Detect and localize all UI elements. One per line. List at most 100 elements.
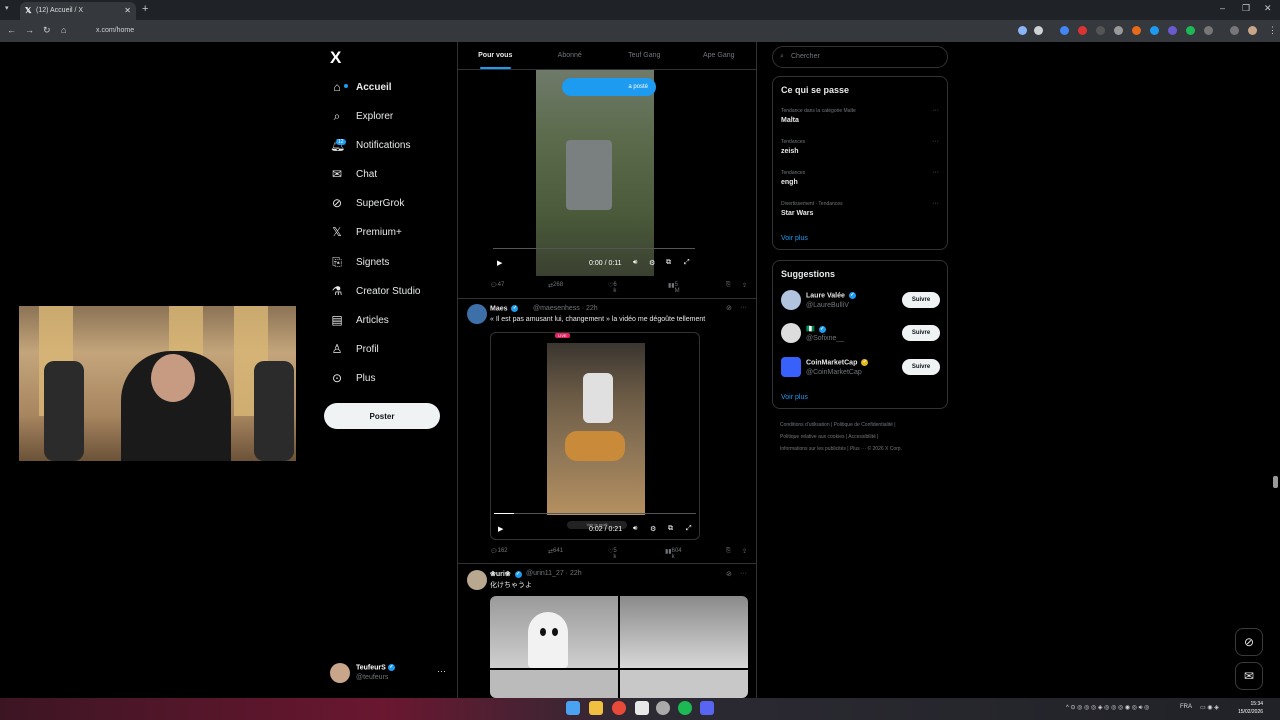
- play-icon[interactable]: ▶: [497, 259, 502, 267]
- tab-search-icon[interactable]: ▾: [5, 4, 9, 12]
- app-icon[interactable]: [656, 701, 670, 715]
- pip-icon[interactable]: ⧉: [668, 525, 673, 533]
- start-icon[interactable]: [566, 701, 580, 715]
- nav-item-more[interactable]: ⊙ Plus: [330, 366, 375, 390]
- tray-icons[interactable]: ^ ⊙ ◎ ◎ ◎ ◈ ◎ ◎ ◎ ◉ ◎ 🔊︎ ◎: [1066, 704, 1149, 712]
- nav-item-creator-studio[interactable]: ⚗ Creator Studio: [330, 279, 421, 303]
- extensions-puzzle-icon[interactable]: [1204, 26, 1213, 35]
- repost-button[interactable]: ⇄ 641: [548, 548, 563, 555]
- chrome-icon[interactable]: [612, 701, 626, 715]
- extension-icon[interactable]: [1150, 26, 1159, 35]
- posted-pill[interactable]: a posté: [562, 78, 656, 96]
- nav-item-articles[interactable]: ▤ Articles: [330, 308, 388, 332]
- views-button[interactable]: ▮▮ 604 k: [665, 548, 682, 560]
- trend-more-icon[interactable]: ···: [932, 138, 939, 145]
- nav-item-bookmarks[interactable]: ⎘ Signets: [330, 250, 389, 274]
- x-logo[interactable]: X: [330, 48, 341, 68]
- tweet-media-grid[interactable]: [490, 596, 748, 698]
- suggestions-see-more-link[interactable]: Voir plus: [781, 394, 808, 401]
- messages-float-button[interactable]: ✉: [1235, 662, 1263, 690]
- scrollbar-thumb[interactable]: [1273, 476, 1278, 488]
- tweet-author-wrap[interactable]: Maes ✓: [490, 305, 519, 312]
- media-image[interactable]: [620, 596, 748, 668]
- grok-float-button[interactable]: ⊘: [1235, 628, 1263, 656]
- tab-close-icon[interactable]: ✕: [124, 2, 131, 20]
- follow-button[interactable]: Suivre: [902, 359, 940, 375]
- follow-button[interactable]: Suivre: [902, 292, 940, 308]
- nav-item-chat[interactable]: ✉ Chat: [330, 162, 377, 186]
- language-indicator[interactable]: FRA: [1180, 704, 1192, 710]
- fullscreen-icon[interactable]: ⤢: [684, 259, 690, 267]
- reply-button[interactable]: 💬︎ 47: [490, 282, 504, 289]
- volume-icon[interactable]: 🔊︎: [633, 525, 637, 533]
- app-icon[interactable]: [635, 701, 649, 715]
- bookmark-icon[interactable]: ⎘: [726, 282, 731, 289]
- tweet-author-wrap[interactable]: ❀uri❀ ✓: [490, 570, 522, 578]
- forward-icon[interactable]: →: [25, 25, 34, 35]
- video-progress[interactable]: [494, 513, 696, 514]
- nav-item-explore[interactable]: ⌕ Explorer: [330, 104, 394, 128]
- avatar[interactable]: [467, 304, 487, 324]
- trend-more-icon[interactable]: ···: [932, 107, 939, 114]
- settings-icon[interactable]: ⚙: [649, 259, 655, 267]
- like-button[interactable]: ♡ 6 k: [608, 282, 617, 294]
- new-tab-icon[interactable]: +: [142, 3, 148, 15]
- file-explorer-icon[interactable]: [589, 701, 603, 715]
- video-player[interactable]: LIVE Voir le profil ▶ 0:02 / 0:21 🔊︎ ⚙ ⧉…: [490, 332, 700, 540]
- extension-icon[interactable]: [1078, 26, 1087, 35]
- profile-avatar-icon[interactable]: [1248, 26, 1257, 35]
- reload-icon[interactable]: ↻: [43, 25, 51, 36]
- discord-icon[interactable]: [700, 701, 714, 715]
- spotify-icon[interactable]: [678, 701, 692, 715]
- volume-icon[interactable]: 🔊︎: [633, 259, 637, 267]
- fullscreen-icon[interactable]: ⤢: [686, 525, 692, 533]
- nav-item-notifications[interactable]: 🔔︎ 12 Notifications: [330, 133, 410, 157]
- repost-button[interactable]: ⇄ 268: [548, 282, 563, 289]
- browser-tab[interactable]: 𝕏 (12) Accueil / X ✕: [20, 2, 136, 20]
- grok-icon[interactable]: ⊘: [726, 570, 732, 578]
- home-button-icon[interactable]: ⌂: [61, 25, 66, 35]
- tweet-handle[interactable]: @maesenhess · 22h: [533, 305, 598, 312]
- footer-line[interactable]: Conditions d'utilisation | Politique de …: [780, 419, 950, 431]
- footer-line[interactable]: Politique relative aux cookies | Accessi…: [780, 431, 950, 443]
- trend-more-icon[interactable]: ···: [932, 200, 939, 207]
- search-input[interactable]: ⌕ Chercher: [772, 46, 948, 68]
- settings-icon[interactable]: ⚙: [650, 525, 656, 533]
- grok-icon[interactable]: ⊘: [726, 304, 732, 312]
- more-icon[interactable]: ···: [740, 304, 747, 311]
- trends-see-more-link[interactable]: Voir plus: [781, 235, 808, 242]
- tweet-handle[interactable]: @urin11_27 · 22h: [526, 570, 582, 577]
- like-button[interactable]: ♡ 5 k: [608, 548, 617, 560]
- media-image[interactable]: [620, 670, 748, 698]
- video-progress[interactable]: [493, 248, 695, 249]
- browser-menu-icon[interactable]: ⋮: [1268, 25, 1277, 36]
- address-bar[interactable]: x.com/home: [80, 23, 1000, 39]
- back-icon[interactable]: ←: [7, 25, 16, 35]
- nav-item-supergrok[interactable]: ⊘ SuperGrok: [330, 191, 404, 215]
- nav-item-home[interactable]: ⌂ Accueil: [330, 75, 391, 99]
- bookmark-icon[interactable]: ⎘: [726, 548, 731, 555]
- tab-for-you[interactable]: Pour vous: [458, 42, 533, 69]
- minimize-icon[interactable]: –: [1220, 3, 1225, 13]
- video-player[interactable]: a posté ▶ 0:00 / 0:11 🔊︎ ⚙ ⧉ ⤢: [490, 70, 698, 276]
- footer-line[interactable]: Informations sur les publicités | Plus ·…: [780, 443, 950, 455]
- close-window-icon[interactable]: ✕: [1264, 3, 1272, 14]
- tab-ape-gang[interactable]: Ape Gang: [682, 42, 757, 69]
- reply-button[interactable]: 💬︎ 162: [490, 548, 508, 555]
- extension-icon[interactable]: [1132, 26, 1141, 35]
- account-more-icon[interactable]: ···: [437, 666, 446, 676]
- nav-item-profile[interactable]: ♙ Profil: [330, 337, 379, 361]
- more-icon[interactable]: ···: [740, 570, 747, 577]
- extension-icon[interactable]: [1186, 26, 1195, 35]
- follow-button[interactable]: Suivre: [902, 325, 940, 341]
- play-icon[interactable]: ▶: [498, 525, 503, 533]
- account-switcher[interactable]: TeufeurS ✓ @teufeurs ···: [328, 660, 450, 688]
- share-icon[interactable]: ⇪: [742, 282, 747, 289]
- media-image[interactable]: [490, 670, 618, 698]
- nav-item-premium[interactable]: 𝕏 Premium+: [330, 220, 402, 244]
- extension-icon[interactable]: [1060, 26, 1069, 35]
- media-image[interactable]: [490, 596, 618, 668]
- network-icons[interactable]: ▭ ◉ ◈: [1200, 704, 1219, 711]
- maximize-icon[interactable]: ❐: [1242, 3, 1250, 14]
- extension-icon[interactable]: [1096, 26, 1105, 35]
